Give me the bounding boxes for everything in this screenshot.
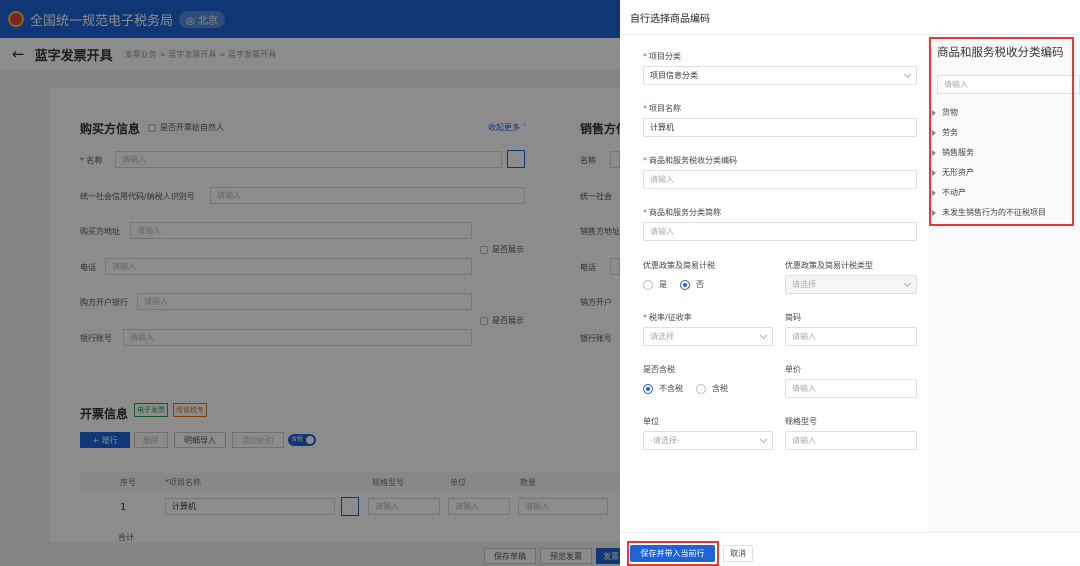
abbreviation-label: 简码 <box>785 313 801 322</box>
tax-code-label: * 商品和服务税收分类编码 <box>643 156 737 165</box>
short-name-label: * 商品和服务分类简称 <box>643 208 721 217</box>
cancel-button[interactable]: 取消 <box>723 545 753 562</box>
chevron-down-icon <box>759 331 768 340</box>
spec-input[interactable]: 请输入 <box>785 431 917 450</box>
chevron-down-icon <box>903 279 912 288</box>
project-name-label: * 项目名称 <box>643 104 681 113</box>
tax-included-radio[interactable]: 含税 <box>696 383 728 394</box>
tree-panel-highlight <box>929 37 1074 226</box>
tax-rate-placeholder: 请选择 <box>650 332 674 341</box>
preferential-type-select[interactable]: 请选择 <box>785 275 917 294</box>
tax-rate-select[interactable]: 请选择 <box>643 327 773 346</box>
save-button-highlight <box>627 541 719 566</box>
unit-price-input[interactable]: 请输入 <box>785 379 917 398</box>
project-category-label: * 项目分类 <box>643 52 681 61</box>
preferential-yes-radio[interactable]: 是 <box>643 279 667 290</box>
chevron-down-icon <box>903 70 912 79</box>
code-form: * 项目分类 项目信息分类 * 项目名称 计算机 * 商品和服务税收分类编码 请输入 … <box>620 35 928 532</box>
unit-select[interactable]: -请选择- <box>643 431 773 450</box>
tax-included-label: 是否含税 <box>643 365 675 374</box>
drawer-title: 自行选择商品编码 <box>630 14 710 25</box>
preferential-label: 优惠政策及简易计税 <box>643 261 715 270</box>
unit-price-label: 单价 <box>785 365 801 374</box>
project-name-input[interactable]: 计算机 <box>643 118 917 137</box>
unit-label: 单位 <box>643 417 659 426</box>
preferential-type-placeholder: 请选择 <box>792 280 816 289</box>
chevron-down-icon <box>759 435 768 444</box>
short-name-input[interactable]: 请输入 <box>643 222 917 241</box>
tax-rate-label: * 税率/征收率 <box>643 313 692 322</box>
preferential-no-radio[interactable]: 否 <box>680 279 704 290</box>
modal-overlay[interactable] <box>0 0 620 566</box>
project-category-select[interactable]: 项目信息分类 <box>643 66 917 85</box>
drawer-footer-divider <box>620 532 1080 533</box>
spec-label: 规格型号 <box>785 417 817 426</box>
unit-placeholder: -请选择- <box>650 436 680 445</box>
tax-excluded-radio[interactable]: 不含税 <box>643 383 683 394</box>
tax-code-input[interactable]: 请输入 <box>643 170 917 189</box>
project-category-value: 项目信息分类 <box>650 71 698 80</box>
preferential-type-label: 优惠政策及简易计税类型 <box>785 261 873 270</box>
abbreviation-input[interactable]: 请输入 <box>785 327 917 346</box>
